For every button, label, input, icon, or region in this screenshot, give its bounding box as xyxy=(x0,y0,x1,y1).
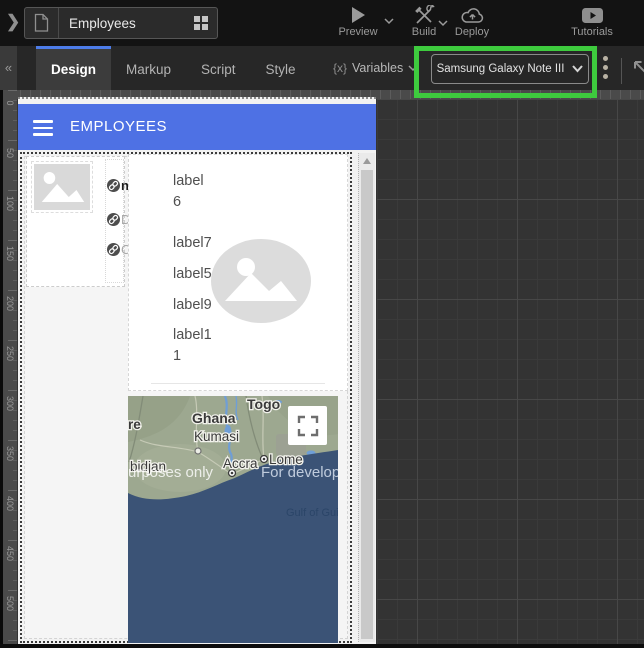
variables-menu[interactable]: {x} Variables xyxy=(333,46,418,90)
top-toolbar: ❯ Employees Preview xyxy=(0,0,644,46)
detail-card-widget[interactable]: label6 label7 label5 label9 label11 xyxy=(128,154,348,391)
apps-grid-icon[interactable] xyxy=(194,16,208,30)
scrollbar-thumb[interactable] xyxy=(361,170,373,639)
card-divider xyxy=(151,383,325,384)
svg-text:Kumasi: Kumasi xyxy=(194,429,239,444)
list-item-widget[interactable]: n D xyxy=(26,156,125,287)
project-name: Employees xyxy=(69,16,194,31)
image-widget-bounds[interactable] xyxy=(31,161,93,213)
device-chevron-down-icon xyxy=(572,65,583,73)
divider xyxy=(58,8,59,38)
svg-text:Accra: Accra xyxy=(223,456,258,471)
tutorials-button[interactable]: Tutorials xyxy=(564,4,620,38)
tab-design[interactable]: Design xyxy=(36,46,111,90)
map-fullscreen-button[interactable] xyxy=(288,406,327,445)
round-image-placeholder[interactable] xyxy=(211,239,311,323)
preview-scrollbar[interactable] xyxy=(358,153,375,642)
vertical-ruler: 0 50 100 150 200 250 300 350 400 450 500 xyxy=(3,90,17,644)
map-watermark-left: urposes only xyxy=(128,464,214,481)
image-placeholder-glyph xyxy=(211,239,311,323)
expand-nav-icon[interactable]: ❯ xyxy=(6,12,20,32)
device-selector-dropdown[interactable]: Samsung Galaxy Note III xyxy=(431,54,589,84)
editor-tabs: Design Markup Script Style xyxy=(36,46,311,90)
variables-chevron-down-icon xyxy=(408,65,418,72)
scroll-up-arrow-icon[interactable] xyxy=(363,158,371,164)
cloud-upload-icon xyxy=(448,4,496,26)
page-icon xyxy=(33,13,50,33)
divider xyxy=(621,58,622,84)
more-options-icon[interactable] xyxy=(603,56,608,79)
bound-field-row[interactable]: C xyxy=(107,242,130,257)
design-canvas-grid xyxy=(377,99,644,644)
map-water-label: Gulf of Gui xyxy=(286,507,338,519)
binding-link-icon xyxy=(107,179,120,192)
tab-style[interactable]: Style xyxy=(251,46,311,90)
binding-link-icon xyxy=(107,213,120,226)
map-watermark-right: For develop xyxy=(261,464,338,481)
image-placeholder-glyph xyxy=(34,164,90,210)
svg-text:re: re xyxy=(128,417,141,432)
bottom-edge-strip xyxy=(0,644,644,648)
label7-widget[interactable]: label7 xyxy=(173,233,212,254)
binding-link-icon xyxy=(107,243,120,256)
label11-widget[interactable]: label11 xyxy=(173,325,212,367)
tab-markup[interactable]: Markup xyxy=(111,46,186,90)
bound-field-row[interactable]: D xyxy=(107,212,130,227)
kumasi-marker xyxy=(195,448,201,454)
play-icon xyxy=(334,4,382,26)
phone-preview: EMPLOYEES xyxy=(18,97,376,644)
image-placeholder xyxy=(34,164,90,210)
variables-icon: {x} xyxy=(333,61,347,75)
collapse-panel-button[interactable]: « xyxy=(0,46,17,90)
label9-widget[interactable]: label9 xyxy=(173,295,212,316)
preview-button[interactable]: Preview xyxy=(334,4,382,38)
app-builder-window: ❯ Employees Preview xyxy=(0,0,644,648)
tab-script[interactable]: Script xyxy=(186,46,251,90)
mobile-header-title: EMPLOYEES xyxy=(70,104,167,150)
label6-widget[interactable]: label6 xyxy=(173,171,204,213)
label5-widget[interactable]: label5 xyxy=(173,264,212,285)
preview-chevron-down-icon[interactable] xyxy=(384,18,394,25)
project-selector[interactable]: Employees xyxy=(24,7,218,39)
svg-text:Ghana: Ghana xyxy=(192,410,236,426)
bound-field-row[interactable]: n xyxy=(107,178,129,193)
svg-text:Togo: Togo xyxy=(247,396,280,412)
google-map-widget[interactable]: Gulf of Gui Togo Ghana Kumasi re A xyxy=(128,396,338,643)
mobile-header-widget[interactable]: EMPLOYEES xyxy=(18,104,376,150)
deploy-button[interactable]: Deploy xyxy=(448,4,496,38)
build-chevron-down-icon[interactable] xyxy=(438,20,448,27)
video-icon xyxy=(564,4,620,26)
pointer-arrow-icon[interactable] xyxy=(630,56,644,76)
hamburger-menu-icon[interactable] xyxy=(33,120,53,140)
lome-marker xyxy=(261,456,268,463)
bound-fields-column[interactable]: n D xyxy=(105,159,124,283)
